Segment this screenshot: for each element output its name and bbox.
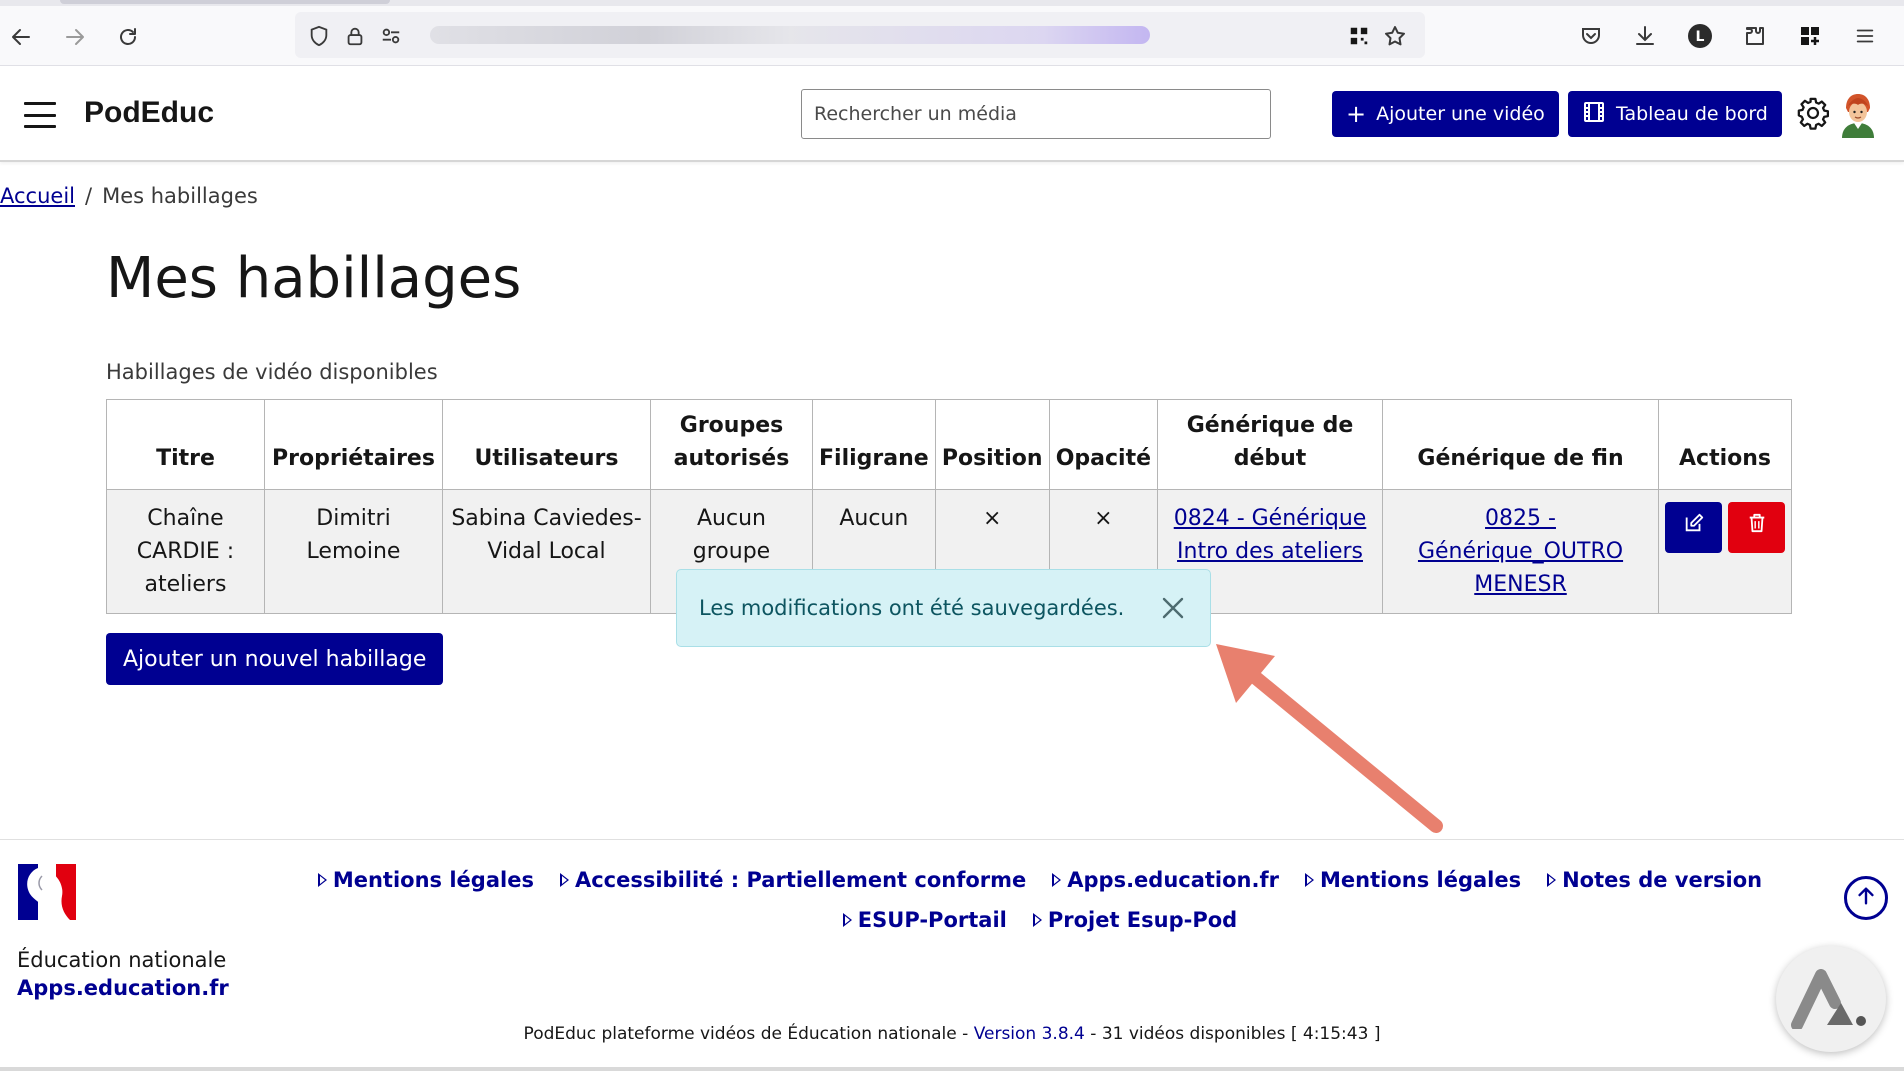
forward-arrow-icon[interactable]: [60, 22, 90, 52]
download-icon[interactable]: [1630, 21, 1660, 51]
app-header: PodEduc + Ajouter une vidéo Tableau de b…: [0, 66, 1904, 162]
cell-outro: 0825 - Générique_OUTRO MENESR: [1382, 489, 1660, 614]
cell-users: Sabina Caviedes-Vidal Local: [442, 489, 651, 614]
floating-widget-logo-icon[interactable]: [1776, 946, 1886, 1052]
add-video-button[interactable]: + Ajouter une vidéo: [1332, 91, 1559, 137]
qr-code-icon[interactable]: [1347, 24, 1371, 48]
footer-link-apps[interactable]: Apps.education.fr: [1052, 864, 1279, 896]
col-header-outro: Générique de fin: [1382, 399, 1660, 490]
footer-link-label: Notes de version: [1562, 868, 1763, 892]
footer-ministry-name: Éducation nationale: [17, 948, 227, 972]
col-header-title: Titre: [106, 399, 265, 490]
footer-link-label: Apps.education.fr: [1067, 868, 1279, 892]
edit-skin-button[interactable]: [1665, 502, 1723, 553]
bookmark-star-icon[interactable]: [1383, 24, 1407, 48]
user-avatar[interactable]: [1838, 90, 1878, 138]
account-icon[interactable]: L: [1685, 21, 1715, 51]
shield-icon[interactable]: [307, 24, 331, 48]
close-icon[interactable]: [1156, 591, 1190, 625]
dashboard-label: Tableau de bord: [1616, 103, 1768, 125]
bottom-divider: [0, 1067, 1904, 1071]
active-tab-indicator[interactable]: [60, 0, 390, 4]
footer-link-release-notes[interactable]: Notes de version: [1547, 864, 1762, 896]
caret-right-icon: [1052, 873, 1062, 887]
footer-link-esup-pod[interactable]: Projet Esup-Pod: [1032, 904, 1238, 936]
outro-video-link[interactable]: 0825 - Générique_OUTRO MENESR: [1418, 506, 1623, 597]
breadcrumb-home-link[interactable]: Accueil: [0, 184, 75, 208]
browser-tab-strip: [0, 0, 1904, 6]
col-header-users: Utilisateurs: [442, 399, 651, 490]
breadcrumb-separator: /: [85, 184, 93, 208]
marianne-logo: [16, 862, 78, 922]
footer-link-label: Accessibilité : Partiellement conforme: [574, 868, 1027, 892]
reload-icon[interactable]: [113, 22, 143, 52]
app-brand[interactable]: PodEduc: [84, 96, 214, 130]
caret-right-icon: [317, 873, 327, 887]
add-video-label: Ajouter une vidéo: [1376, 103, 1545, 125]
cell-title: Chaîne CARDIE : ateliers: [106, 489, 265, 614]
success-toast: Les modifications ont été sauvegardées.: [676, 569, 1211, 647]
caret-right-icon: [1032, 913, 1042, 927]
settings-gear-icon[interactable]: [1796, 96, 1830, 130]
scroll-to-top-button[interactable]: [1844, 876, 1888, 920]
back-arrow-icon[interactable]: [6, 22, 36, 52]
footer-link-label: Mentions légales: [332, 868, 534, 892]
url-text-blurred: [430, 26, 1150, 44]
toast-message: Les modifications ont été sauvegardées.: [699, 596, 1125, 620]
breadcrumb-current: Mes habillages: [102, 184, 258, 208]
film-icon: [1582, 100, 1606, 129]
menu-toggle-icon[interactable]: [24, 102, 56, 128]
intro-video-link[interactable]: 0824 - Générique Intro des ateliers: [1174, 506, 1367, 564]
footer-link-label: Mentions légales: [1319, 868, 1522, 892]
version-link[interactable]: Version 3.8.4: [974, 1024, 1085, 1044]
footer-meta-suffix: - 31 vidéos disponibles [ 4:15:43 ]: [1084, 1024, 1381, 1044]
caret-right-icon: [559, 873, 569, 887]
extensions-icon[interactable]: [1740, 21, 1770, 51]
edit-icon: [1683, 511, 1705, 544]
url-bar[interactable]: [295, 12, 1425, 58]
col-header-opacity: Opacité: [1048, 399, 1159, 490]
browser-menu-icon[interactable]: [1850, 21, 1880, 51]
footer-link-legal[interactable]: Mentions légales: [317, 864, 534, 896]
cell-actions: [1658, 489, 1793, 614]
lock-icon[interactable]: [343, 24, 367, 48]
delete-skin-button[interactable]: [1728, 502, 1786, 553]
footer-link-accessibility[interactable]: Accessibilité : Partiellement conforme: [559, 864, 1027, 896]
apps-grid-icon[interactable]: [1795, 21, 1825, 51]
footer-link-legal-2[interactable]: Mentions légales: [1304, 864, 1522, 896]
arrow-up-icon: [1855, 885, 1877, 911]
search-input[interactable]: [801, 89, 1271, 139]
plus-icon: +: [1346, 100, 1367, 128]
browser-toolbar: L: [0, 0, 1904, 66]
table-caption: Habillages de vidéo disponibles: [106, 360, 438, 384]
footer-apps-link[interactable]: Apps.education.fr: [17, 976, 229, 1000]
footer-link-label: ESUP-Portail: [857, 908, 1007, 932]
footer-meta-prefix: PodEduc plateforme vidéos de Éducation n…: [523, 1024, 974, 1044]
footer-link-esup-portail[interactable]: ESUP-Portail: [842, 904, 1007, 936]
footer-link-label: Projet Esup-Pod: [1047, 908, 1238, 932]
caret-right-icon: [1304, 873, 1314, 887]
svg-text:L: L: [1696, 29, 1705, 45]
site-footer: Éducation nationale Apps.education.fr Me…: [0, 839, 1904, 1071]
dashboard-button[interactable]: Tableau de bord: [1568, 91, 1782, 137]
add-skin-button[interactable]: Ajouter un nouvel habillage: [106, 633, 444, 685]
col-header-groups: Groupes autorisés: [650, 399, 813, 490]
trash-icon: [1747, 511, 1767, 544]
caret-right-icon: [1547, 873, 1557, 887]
footer-links: Mentions légales Accessibilité : Partiel…: [240, 864, 1840, 936]
pocket-icon[interactable]: [1576, 21, 1606, 51]
caret-right-icon: [842, 913, 852, 927]
col-header-watermark: Filigrane: [812, 399, 936, 490]
site-permissions-icon[interactable]: [379, 24, 403, 48]
page-title: Mes habillages: [106, 246, 522, 311]
breadcrumb: Accueil / Mes habillages: [0, 184, 258, 208]
col-header-position: Position: [934, 399, 1050, 490]
col-header-intro: Générique de début: [1157, 399, 1384, 490]
col-header-owners: Propriétaires: [264, 399, 443, 490]
table-header-row: Titre Propriétaires Utilisateurs Groupes…: [106, 399, 1793, 490]
footer-meta: PodEduc plateforme vidéos de Éducation n…: [0, 1024, 1904, 1044]
cell-owners: Dimitri Lemoine: [264, 489, 443, 614]
col-header-actions: Actions: [1658, 399, 1793, 490]
